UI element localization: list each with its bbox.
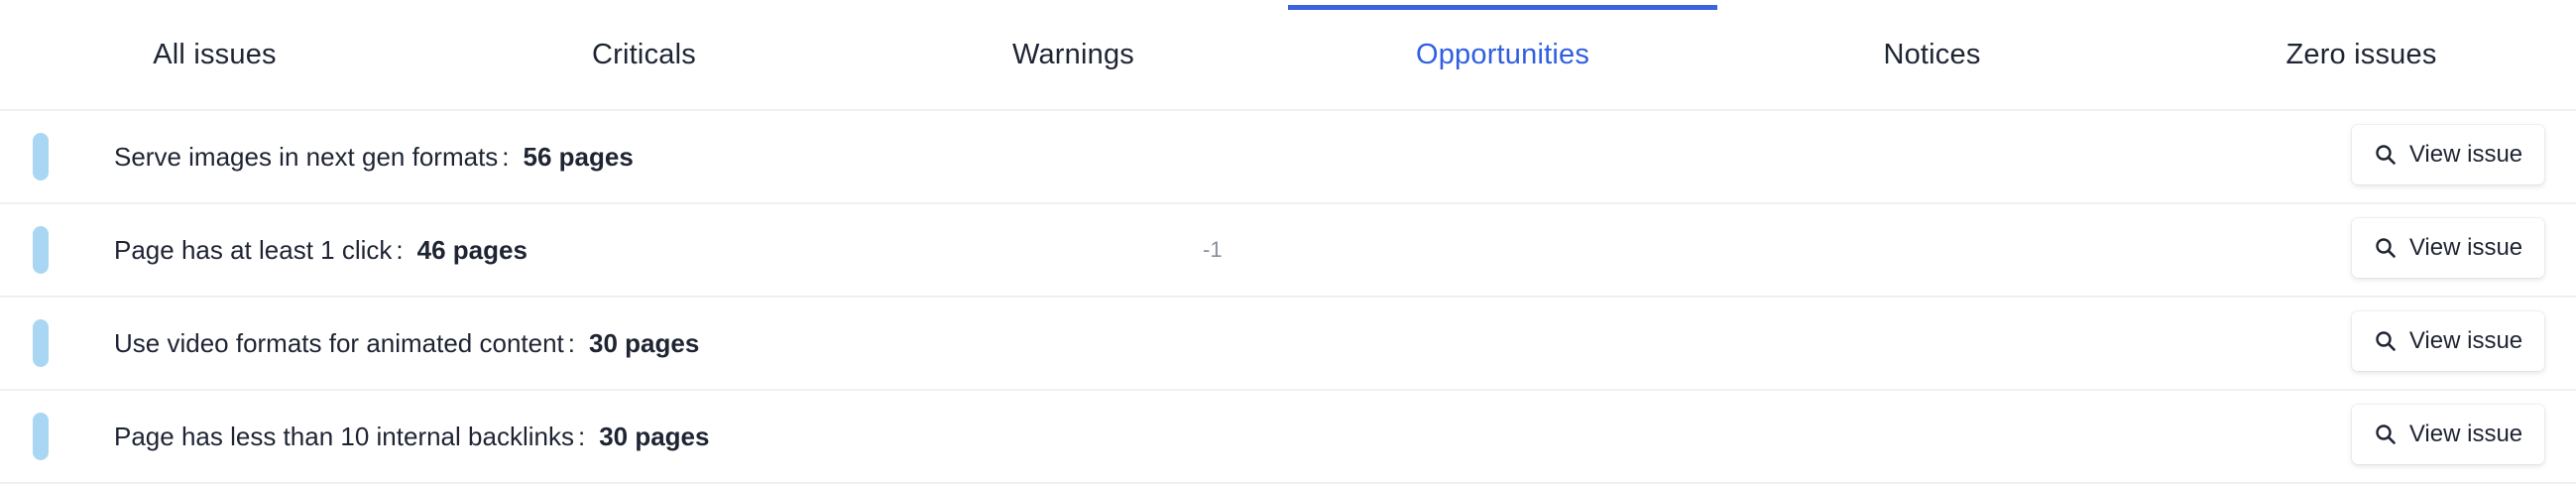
issue-page-count: 46 pages — [416, 234, 527, 265]
issue-description: Use video formats for animated content :… — [114, 298, 699, 389]
issue-separator: : — [396, 234, 404, 265]
tab-zero-issues[interactable]: Zero issues — [2147, 0, 2576, 109]
view-issue-label: View issue — [2408, 327, 2523, 354]
issue-row: Serve images in next gen formats : 56 pa… — [0, 111, 2576, 204]
issue-row: Use video formats for animated content :… — [0, 298, 2576, 391]
search-icon — [2376, 331, 2396, 351]
issue-description: Page has at least 1 click : 46 pages — [114, 204, 527, 296]
issue-separator: : — [567, 327, 576, 358]
issue-page-count: 30 pages — [589, 327, 700, 358]
search-icon — [2376, 424, 2396, 444]
issue-title: Page has less than 10 internal backlinks — [114, 421, 574, 451]
view-issue-label: View issue — [2408, 141, 2523, 168]
issue-category-tabs: All issues Criticals Warnings Opportunit… — [0, 0, 2576, 111]
issue-indicator — [33, 413, 49, 460]
tab-opportunities[interactable]: Opportunities — [1288, 0, 1717, 109]
view-issue-button[interactable]: View issue — [2352, 218, 2544, 278]
issue-title: Use video formats for animated content — [114, 327, 564, 358]
search-icon — [2376, 145, 2396, 165]
issue-row: Page has less than 10 internal backlinks… — [0, 391, 2576, 484]
issue-separator: : — [502, 141, 510, 172]
issue-page-count: 56 pages — [523, 141, 634, 172]
issue-list: Serve images in next gen formats : 56 pa… — [0, 111, 2576, 484]
issue-delta: -1 — [1203, 237, 1223, 262]
issue-indicator — [33, 133, 49, 181]
view-issue-button[interactable]: View issue — [2352, 405, 2544, 464]
tab-warnings[interactable]: Warnings — [859, 0, 1288, 109]
issue-indicator — [33, 226, 49, 274]
view-issue-button[interactable]: View issue — [2352, 311, 2544, 371]
view-issue-label: View issue — [2408, 234, 2523, 261]
issue-description: Page has less than 10 internal backlinks… — [114, 391, 709, 482]
search-icon — [2376, 238, 2396, 258]
issue-separator: : — [577, 421, 586, 451]
issue-title: Page has at least 1 click — [114, 234, 393, 265]
issue-row: Page has at least 1 click : 46 pages -1 … — [0, 204, 2576, 298]
issue-indicator — [33, 319, 49, 367]
tab-notices[interactable]: Notices — [1717, 0, 2147, 109]
issue-title: Serve images in next gen formats — [114, 141, 499, 172]
view-issue-label: View issue — [2408, 421, 2523, 447]
issue-page-count: 30 pages — [599, 421, 710, 451]
view-issue-button[interactable]: View issue — [2352, 125, 2544, 184]
issues-panel: All issues Criticals Warnings Opportunit… — [0, 0, 2576, 484]
tab-all-issues[interactable]: All issues — [0, 0, 429, 109]
tab-criticals[interactable]: Criticals — [429, 0, 859, 109]
issue-description: Serve images in next gen formats : 56 pa… — [114, 111, 634, 202]
